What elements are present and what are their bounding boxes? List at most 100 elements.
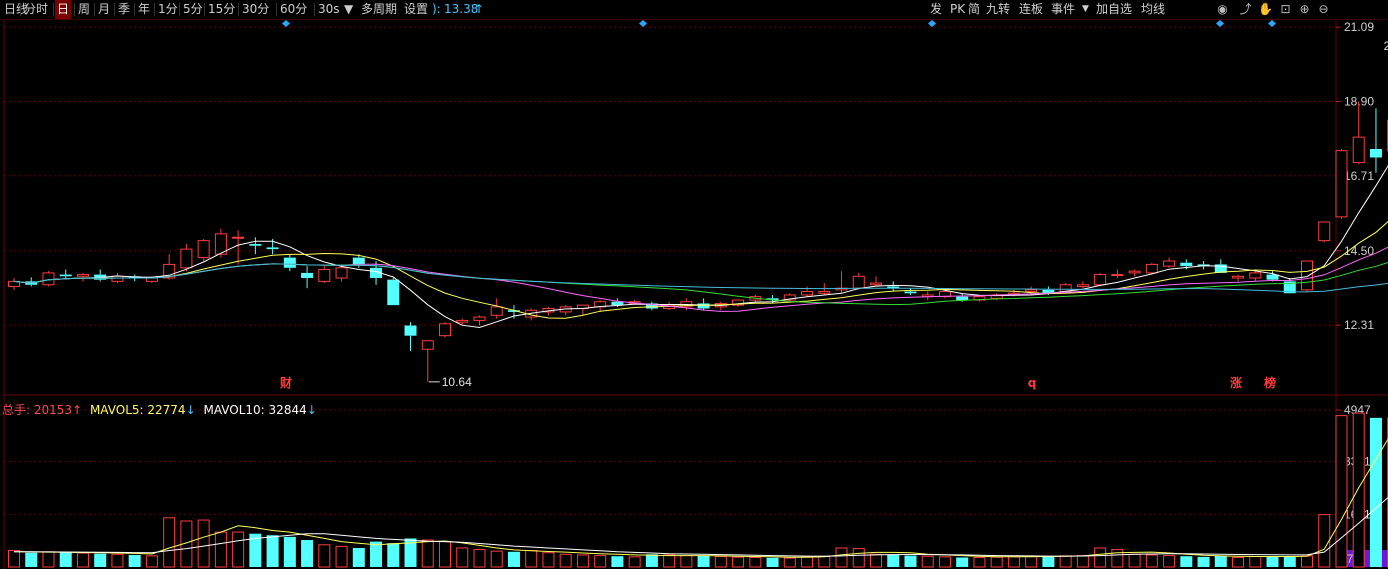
candle-body-up: [421, 340, 434, 350]
tool-button-4[interactable]: 连板: [1019, 0, 1043, 19]
candle-body-up: [76, 274, 89, 277]
volume-bar-up: [749, 556, 762, 568]
candle-body-up: [1232, 275, 1245, 279]
volume-bar-up: [232, 531, 245, 568]
candle: [42, 271, 55, 287]
candle: [197, 238, 210, 262]
volume-bar-up: [1145, 554, 1158, 568]
volume-bar-down: [59, 552, 72, 567]
candle-body-up: [439, 323, 451, 337]
share-icon[interactable]: ⤴: [1238, 2, 1253, 17]
volume-bar-down: [370, 541, 383, 567]
volume-bar-up: [1318, 514, 1331, 568]
volume-bar-up: [1128, 553, 1141, 568]
tab-separator: [179, 3, 180, 16]
volume-bar-up: [421, 539, 434, 568]
mavol10-arrow: ↓: [306, 403, 317, 417]
volume-bar-up: [490, 550, 503, 568]
period-tab-8[interactable]: 5分: [181, 0, 205, 19]
volume-bar-up: [473, 549, 486, 568]
period-tab-2[interactable]: 日: [55, 0, 72, 19]
volume-bar-up: [852, 548, 865, 568]
candle: [456, 318, 469, 326]
period-tab-9[interactable]: 15分: [206, 0, 237, 19]
price-arrow: ↑: [474, 2, 485, 16]
mavol10-label: MAVOL10:: [203, 403, 265, 417]
volume-bar-up: [456, 547, 469, 568]
ma30-line: [13, 262, 1388, 306]
price-prefix: ):: [432, 2, 441, 16]
period-tab-4[interactable]: 月: [96, 0, 112, 19]
volume-bar-up: [990, 556, 1003, 568]
settings-button[interactable]: 设置: [404, 0, 428, 19]
mavol5-arrow: ↓: [185, 403, 196, 417]
volume-bar-up: [145, 555, 158, 568]
period-diamond-marker: [1268, 20, 1276, 27]
multi-period-button[interactable]: 多周期: [361, 0, 397, 19]
volume-bar-up: [973, 556, 986, 568]
volume-bar-up: [1249, 556, 1262, 568]
lock-icon[interactable]: ⊡: [1278, 2, 1293, 17]
candle-body-up: [1076, 284, 1089, 287]
tool-button-6[interactable]: 加自选: [1096, 0, 1132, 19]
hand-icon[interactable]: ✋: [1258, 2, 1273, 17]
candle-body-up: [473, 316, 486, 321]
candle-body-down: [59, 274, 72, 277]
price-axis-label: 21.09: [1344, 20, 1374, 34]
candle-body-up: [852, 275, 865, 289]
volume-bar-down: [1266, 556, 1279, 567]
volume-bar-up: [8, 550, 20, 568]
volume-bar-down: [956, 557, 969, 567]
event-dropdown-arrow[interactable]: ▼: [1082, 0, 1089, 19]
candle-body-up: [232, 236, 245, 239]
candle: [645, 301, 658, 311]
candle-body-down: [1180, 262, 1193, 267]
zoom-in-icon[interactable]: ⊕: [1297, 2, 1312, 17]
event-marker-3: 榜: [1264, 375, 1276, 390]
tool-button-2[interactable]: 简: [968, 0, 980, 19]
tool-button-0[interactable]: 发: [930, 0, 942, 19]
candle-body-up: [1163, 260, 1176, 267]
period-tab-10[interactable]: 30分: [240, 0, 271, 19]
candlestick-series: [8, 101, 1388, 382]
tab-separator: [238, 3, 239, 16]
volume-bar-down: [1197, 556, 1210, 567]
tab-separator: [20, 3, 21, 16]
chart-area: 21.0918.9016.7114.5012.31494733211661173…: [3, 20, 1388, 569]
candle: [1076, 281, 1089, 289]
volume-bar-up: [1007, 556, 1020, 568]
tool-button-5[interactable]: 事件: [1051, 0, 1075, 19]
volume-bar-up: [783, 557, 796, 568]
volume-bar-down: [1042, 556, 1055, 567]
candle-body-up: [490, 306, 503, 316]
total-volume-value: 20153: [33, 403, 73, 417]
period-tab-11[interactable]: 60分: [278, 0, 309, 19]
period-tab-1[interactable]: 分时: [22, 0, 50, 19]
zoom-out-icon[interactable]: ⊖: [1316, 2, 1331, 17]
candle-body-up: [1128, 270, 1141, 274]
tab-separator: [114, 3, 115, 16]
period-tab-6[interactable]: 年: [136, 0, 152, 19]
tool-button-3[interactable]: 九转: [986, 0, 1010, 19]
candle: [439, 322, 451, 338]
candle-body-up: [801, 291, 814, 296]
tool-button-1[interactable]: PK: [950, 0, 965, 19]
period-tab-7[interactable]: 1分: [156, 0, 180, 19]
volume-bar-up: [714, 556, 727, 568]
volume-bar-down: [128, 554, 141, 567]
period-dropdown-arrow[interactable]: ▼: [344, 0, 353, 19]
period-tab-3[interactable]: 周: [76, 0, 92, 19]
volume-bar-down: [25, 552, 38, 567]
volume-bar-up: [1352, 412, 1365, 568]
candle: [559, 305, 572, 316]
candle: [318, 266, 331, 284]
candle: [1335, 148, 1348, 219]
event-marker-0: 财: [279, 375, 292, 390]
period-tab-12[interactable]: 30s: [316, 0, 342, 19]
tool-button-7[interactable]: 均线: [1141, 0, 1165, 19]
volume-bar-up: [525, 550, 538, 568]
candle-body-down: [352, 257, 365, 265]
eye-icon[interactable]: ◉: [1215, 2, 1230, 17]
candle: [249, 237, 262, 255]
period-tab-5[interactable]: 季: [116, 0, 132, 19]
